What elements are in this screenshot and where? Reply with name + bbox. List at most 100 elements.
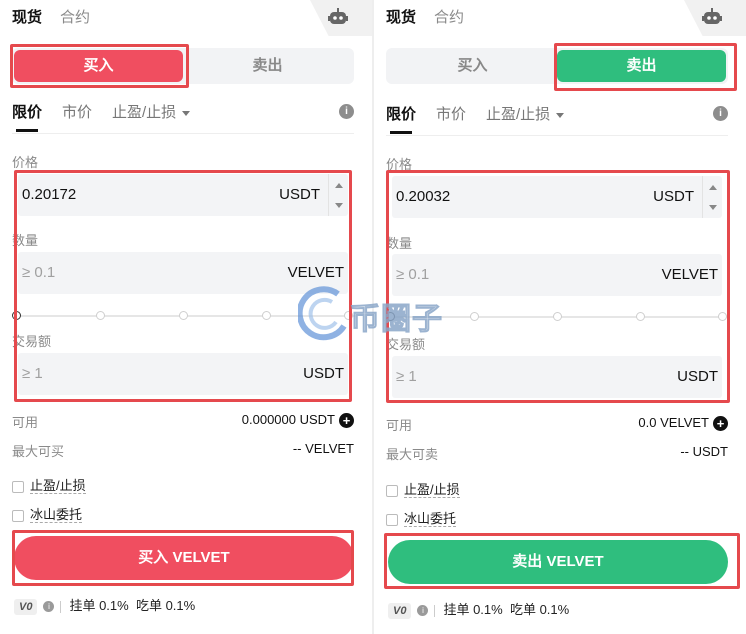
available-value: 0.0 VELVET bbox=[638, 415, 709, 430]
watermark: 币圈子 bbox=[296, 286, 448, 342]
tab-spot[interactable]: 现货 bbox=[12, 6, 42, 27]
sell-submit-button[interactable]: 卖出 VELVET bbox=[388, 540, 728, 584]
side-toggle: 买入 卖出 bbox=[386, 48, 728, 84]
amount-placeholder: ≥ 0.1 bbox=[396, 266, 430, 283]
taker-fee: 吃单 0.1% bbox=[509, 602, 570, 617]
maker-fee: 挂单 0.1% bbox=[69, 598, 129, 613]
total-input[interactable]: ≥ 1 USDT bbox=[392, 356, 722, 398]
max-label: 最大可买 bbox=[12, 444, 65, 459]
plus-icon[interactable]: + bbox=[713, 416, 728, 432]
max-value: -- USDT bbox=[680, 444, 728, 459]
price-label: 价格 bbox=[386, 157, 413, 172]
price-stepper[interactable] bbox=[702, 176, 722, 218]
slider-mark[interactable] bbox=[179, 311, 188, 320]
slider-handle[interactable] bbox=[12, 311, 21, 320]
tab-contract[interactable]: 合约 bbox=[60, 6, 90, 27]
tpsl-option[interactable]: 止盈/止损 bbox=[386, 479, 460, 498]
tpsl-checkbox[interactable] bbox=[386, 484, 398, 497]
tab-tpsl-label: 止盈/止损 bbox=[112, 104, 177, 121]
chevron-down-icon bbox=[182, 110, 191, 116]
plus-icon[interactable]: + bbox=[339, 413, 354, 429]
price-input[interactable]: 0.20172 USDT bbox=[18, 174, 348, 216]
available-value: 0.000000 USDT bbox=[241, 412, 335, 427]
slider-mark[interactable] bbox=[553, 312, 562, 321]
price-label: 价格 bbox=[12, 155, 39, 170]
tab-tpsl[interactable]: 止盈/止损 bbox=[112, 101, 191, 122]
amount-placeholder: ≥ 0.1 bbox=[22, 264, 56, 281]
tab-spot[interactable]: 现货 bbox=[386, 6, 416, 27]
available-label: 可用 bbox=[386, 418, 413, 433]
available-label: 可用 bbox=[12, 415, 39, 430]
buy-side-button[interactable]: 买入 bbox=[388, 50, 557, 82]
tab-market[interactable]: 市价 bbox=[62, 101, 92, 122]
fee-row: V0 i 挂单 0.1% 吃单 0.1% bbox=[388, 599, 569, 619]
vip-badge: V0 bbox=[388, 603, 412, 619]
robot-icon[interactable] bbox=[328, 8, 348, 26]
iceberg-option-label: 冰山委托 bbox=[404, 511, 457, 527]
watermark-text: 币圈子 bbox=[350, 302, 443, 338]
amount-unit: VELVET bbox=[661, 266, 718, 283]
maker-fee: 挂单 0.1% bbox=[443, 602, 503, 617]
arrow-down-icon[interactable] bbox=[709, 205, 717, 210]
tab-market[interactable]: 市价 bbox=[436, 103, 466, 124]
tab-limit[interactable]: 限价 bbox=[386, 103, 416, 124]
sell-side-button[interactable]: 卖出 bbox=[557, 50, 726, 82]
chevron-down-icon bbox=[556, 112, 565, 118]
max-value: -- VELVET bbox=[292, 441, 354, 456]
tab-tpsl[interactable]: 止盈/止损 bbox=[486, 103, 565, 124]
total-unit: USDT bbox=[677, 368, 718, 385]
iceberg-checkbox[interactable] bbox=[386, 513, 398, 526]
robot-icon[interactable] bbox=[702, 8, 722, 26]
price-value: 0.20172 bbox=[22, 186, 77, 203]
total-placeholder: ≥ 1 bbox=[22, 365, 43, 382]
tpsl-option[interactable]: 止盈/止损 bbox=[12, 475, 86, 494]
slider-mark[interactable] bbox=[718, 312, 727, 321]
buy-submit-button[interactable]: 买入 VELVET bbox=[14, 536, 354, 580]
price-stepper[interactable] bbox=[328, 174, 348, 216]
arrow-up-icon[interactable] bbox=[335, 183, 343, 188]
market-tabs: 现货 合约 bbox=[386, 6, 464, 27]
tab-tpsl-label: 止盈/止损 bbox=[486, 106, 551, 123]
taker-fee: 吃单 0.1% bbox=[135, 598, 196, 613]
active-tab-indicator bbox=[16, 129, 38, 132]
total-placeholder: ≥ 1 bbox=[396, 368, 417, 385]
tab-limit[interactable]: 限价 bbox=[12, 101, 42, 122]
sell-side-button[interactable]: 卖出 bbox=[183, 50, 352, 82]
divider bbox=[60, 600, 62, 613]
vip-badge: V0 bbox=[14, 599, 38, 615]
watermark-logo-icon bbox=[296, 286, 347, 341]
info-icon[interactable]: i bbox=[713, 106, 728, 121]
info-icon[interactable]: i bbox=[43, 601, 55, 613]
tab-contract[interactable]: 合约 bbox=[434, 6, 464, 27]
arrow-down-icon[interactable] bbox=[335, 203, 343, 208]
total-input[interactable]: ≥ 1 USDT bbox=[18, 353, 348, 395]
info-icon[interactable]: i bbox=[417, 605, 429, 617]
active-tab-indicator bbox=[390, 131, 412, 134]
available-value-wrap: 0.0 VELVET + bbox=[638, 415, 728, 432]
iceberg-option[interactable]: 冰山委托 bbox=[12, 504, 83, 523]
iceberg-checkbox[interactable] bbox=[12, 509, 24, 522]
total-label: 交易额 bbox=[12, 334, 52, 349]
slider-mark[interactable] bbox=[470, 312, 479, 321]
tpsl-checkbox[interactable] bbox=[12, 480, 24, 493]
buy-side-button[interactable]: 买入 bbox=[14, 50, 183, 82]
slider-mark[interactable] bbox=[262, 311, 271, 320]
tpsl-option-label: 止盈/止损 bbox=[30, 478, 86, 494]
arrow-up-icon[interactable] bbox=[709, 185, 717, 190]
slider-mark[interactable] bbox=[636, 312, 645, 321]
slider-mark[interactable] bbox=[96, 311, 105, 320]
price-value: 0.20032 bbox=[396, 188, 451, 205]
amount-unit: VELVET bbox=[287, 264, 344, 281]
market-tabs: 现货 合约 bbox=[12, 6, 90, 27]
iceberg-option-label: 冰山委托 bbox=[30, 507, 83, 523]
iceberg-option[interactable]: 冰山委托 bbox=[386, 508, 457, 527]
price-unit: USDT bbox=[653, 188, 694, 205]
order-type-tabs: 限价 市价 止盈/止损 i bbox=[12, 98, 354, 134]
total-unit: USDT bbox=[303, 365, 344, 382]
available-value-wrap: 0.000000 USDT + bbox=[241, 412, 354, 429]
info-icon[interactable]: i bbox=[339, 104, 354, 119]
amount-label: 数量 bbox=[12, 233, 39, 248]
tpsl-option-label: 止盈/止损 bbox=[404, 482, 460, 498]
max-label: 最大可卖 bbox=[386, 447, 439, 462]
price-input[interactable]: 0.20032 USDT bbox=[392, 176, 722, 218]
